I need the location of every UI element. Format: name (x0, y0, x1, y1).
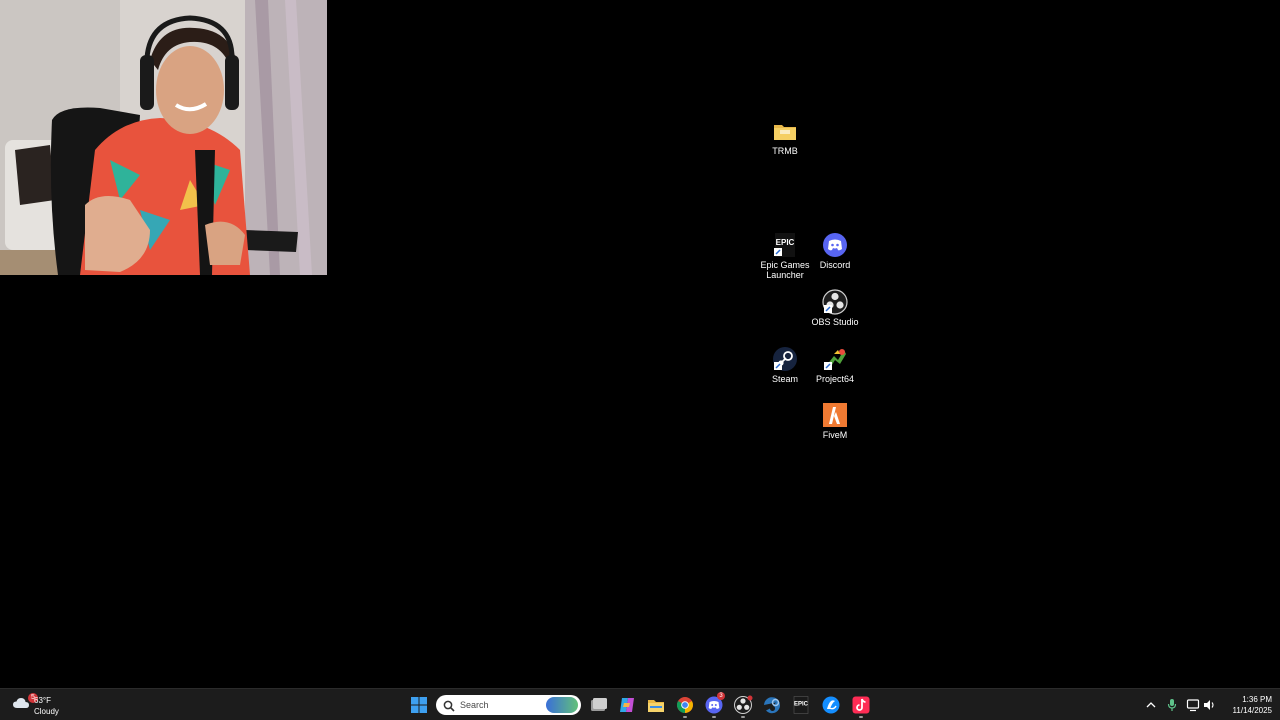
epic-games-icon: EPIC (793, 696, 809, 714)
epic-games-icon: EPIC (772, 232, 798, 258)
folder-icon (772, 118, 798, 144)
desktop-icon-discord[interactable]: Discord (805, 232, 865, 270)
file-explorer-button[interactable] (643, 692, 669, 718)
obs-taskbar-button[interactable] (730, 692, 756, 718)
clock[interactable]: 1:36 PM 11/14/2025 (1222, 694, 1272, 716)
show-hidden-icons-chevron-icon[interactable] (1145, 698, 1157, 716)
steam-icon (764, 697, 780, 714)
tiktok-icon (852, 696, 870, 714)
desktop-icon-label: Discord (819, 260, 851, 270)
search-placeholder: Search (460, 700, 489, 710)
discord-badge: 3 (717, 692, 725, 700)
search-box[interactable]: Search (436, 695, 581, 715)
running-indicator (712, 716, 716, 718)
start-button[interactable] (406, 692, 432, 718)
weather-widget[interactable]: 5 63°F Cloudy (10, 692, 90, 718)
desktop-icon-label: OBS Studio (811, 317, 859, 327)
discord-taskbar-button[interactable]: 3 (701, 692, 727, 718)
desktop-icon-trmb[interactable]: TRMB (755, 118, 815, 156)
desktop-icon-project64[interactable]: Project64 (805, 346, 865, 384)
desktop-icon-label: TRMB (772, 146, 798, 156)
search-icon (443, 699, 455, 717)
volume-icon[interactable] (1202, 698, 1216, 717)
epic-glyph-text: EPIC (776, 238, 795, 247)
obs-icon (822, 289, 848, 315)
task-view-icon (591, 698, 607, 711)
windows-icon (411, 697, 427, 713)
weather-temp: 63°F (34, 696, 51, 705)
desktop-icon-label: Project64 (815, 374, 855, 384)
running-indicator (683, 716, 687, 718)
task-view-button[interactable] (585, 692, 611, 718)
network-icon[interactable] (1186, 698, 1200, 717)
fivem-icon (822, 402, 848, 428)
steam-taskbar-button[interactable] (759, 692, 785, 718)
copilot-button[interactable] (614, 692, 640, 718)
weather-condition: Cloudy (34, 707, 59, 716)
steam-icon (772, 346, 798, 372)
search-highlight-icon (546, 697, 578, 713)
desktop-icon-label: FiveM (822, 430, 848, 440)
project64-icon (822, 346, 848, 372)
clock-date: 11/14/2025 (1232, 706, 1272, 715)
discord-icon (822, 232, 848, 258)
epic-taskbar-glyph-text: EPIC (794, 702, 809, 708)
folder-icon (648, 700, 664, 712)
webcam-overlay (0, 0, 327, 275)
copilot-icon (620, 698, 634, 712)
obs-icon (734, 695, 753, 714)
epic-taskbar-button[interactable]: EPIC (788, 692, 814, 718)
battlenet-taskbar-button[interactable] (818, 692, 844, 718)
desktop-icon-fivem[interactable]: FiveM (805, 402, 865, 440)
battlenet-icon (822, 696, 840, 714)
microphone-icon[interactable] (1166, 698, 1178, 717)
desktop: TRMB EPIC Epic Games Launcher Discord OB… (0, 0, 1280, 688)
running-indicator (741, 716, 745, 718)
tiktok-taskbar-button[interactable] (848, 692, 874, 718)
taskbar: 5 63°F Cloudy Search 3 EPIC 1:36 PM 11/1… (0, 688, 1280, 720)
clock-time: 1:36 PM (1242, 695, 1272, 704)
running-indicator (859, 716, 863, 718)
desktop-icon-obs-studio[interactable]: OBS Studio (805, 289, 865, 327)
chrome-button[interactable] (672, 692, 698, 718)
chrome-icon (677, 697, 693, 713)
